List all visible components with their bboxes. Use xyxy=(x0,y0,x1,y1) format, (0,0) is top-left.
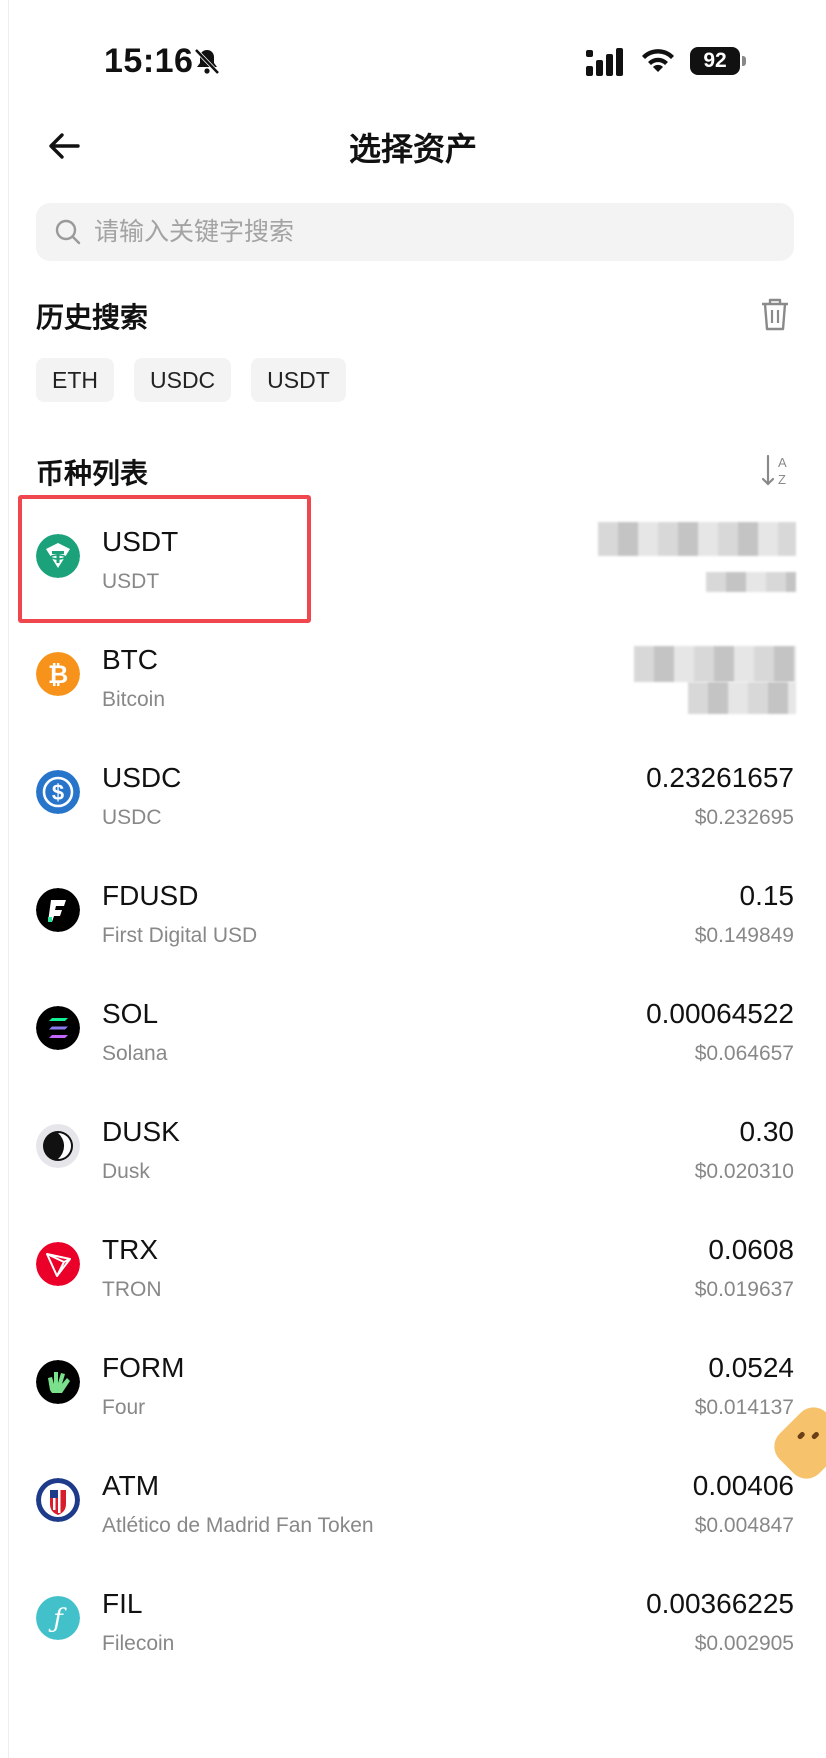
coin-name: TRON xyxy=(102,1278,162,1301)
coin-row-btc[interactable]: ₿ BTC Bitcoin xyxy=(0,618,826,736)
coin-name: Filecoin xyxy=(102,1632,175,1655)
sort-az-icon[interactable]: A Z xyxy=(760,452,794,488)
search-bar[interactable] xyxy=(36,203,794,261)
assistant-eye xyxy=(796,1430,806,1441)
coin-name: Solana xyxy=(102,1042,168,1065)
value-redacted xyxy=(706,572,796,592)
svg-text:₿: ₿ xyxy=(48,661,68,689)
coin-amount: 0.0524 xyxy=(708,1352,794,1383)
amount-redacted xyxy=(634,646,796,682)
coin-symbol: USDC xyxy=(102,762,182,793)
svg-text:$: $ xyxy=(52,780,64,805)
coin-symbol: BTC xyxy=(102,644,158,675)
coin-name: Four xyxy=(102,1396,146,1419)
coin-name: First Digital USD xyxy=(102,924,258,947)
coin-row-dusk[interactable]: DUSK Dusk 0.30 $0.020310 xyxy=(0,1090,826,1208)
coin-value: $0.002905 xyxy=(694,1632,794,1655)
coin-row-sol[interactable]: SOL Solana 0.00064522 $0.064657 xyxy=(0,972,826,1090)
tron-icon xyxy=(36,1242,80,1286)
battery-indicator: 92 xyxy=(690,47,746,75)
coin-symbol: FORM xyxy=(102,1352,185,1383)
coin-symbol: DUSK xyxy=(102,1116,180,1147)
search-input[interactable] xyxy=(94,203,774,261)
history-title: 历史搜索 xyxy=(36,302,149,333)
coin-symbol: ATM xyxy=(102,1470,160,1501)
page-title: 选择资产 xyxy=(348,131,477,167)
coin-symbol: FIL xyxy=(102,1588,143,1619)
coin-value: $0.004847 xyxy=(694,1514,794,1537)
coin-amount: 0.30 xyxy=(739,1116,795,1147)
dusk-icon xyxy=(36,1124,80,1168)
cellular-signal-icon xyxy=(586,48,623,76)
coin-name: Atlético de Madrid Fan Token xyxy=(102,1514,374,1537)
coin-row-atm[interactable]: ATM Atlético de Madrid Fan Token 0.00406… xyxy=(0,1444,826,1562)
coin-row-trx[interactable]: TRX TRON 0.0608 $0.019637 xyxy=(0,1208,826,1326)
coin-amount: 0.00064522 xyxy=(646,998,794,1029)
assistant-eye xyxy=(810,1430,820,1441)
coin-symbol: TRX xyxy=(102,1234,158,1265)
history-chip[interactable]: ETH xyxy=(36,358,114,402)
battery-nub xyxy=(742,56,746,66)
history-chip[interactable]: USDC xyxy=(134,358,232,402)
fdusd-icon xyxy=(36,888,80,932)
coin-symbol: USDT xyxy=(102,526,179,557)
search-icon xyxy=(55,219,81,245)
coin-amount: 0.0608 xyxy=(708,1234,794,1265)
coin-name: USDC xyxy=(102,806,162,829)
status-time: 15:16 xyxy=(104,42,194,80)
bitcoin-icon: ₿ xyxy=(36,652,80,696)
coin-name: Bitcoin xyxy=(102,688,166,711)
history-chips: ETH USDC USDT xyxy=(36,358,346,402)
coin-amount: 0.00366225 xyxy=(646,1588,794,1619)
coin-amount: 0.00406 xyxy=(692,1470,794,1501)
coin-name: USDT xyxy=(102,570,160,593)
atletico-icon xyxy=(36,1478,80,1522)
coin-value: $0.064657 xyxy=(694,1042,794,1065)
coin-row-form[interactable]: FORM Four 0.0524 $0.014137 xyxy=(0,1326,826,1444)
value-redacted xyxy=(688,682,796,714)
svg-text:Z: Z xyxy=(778,472,786,487)
coin-list-title: 币种列表 xyxy=(36,458,149,489)
coin-row-usdt[interactable]: USDT USDT xyxy=(0,500,826,618)
coin-value: $0.019637 xyxy=(694,1278,794,1301)
coin-value: $0.014137 xyxy=(694,1396,794,1419)
coin-amount: 0.15 xyxy=(739,880,795,911)
svg-text:A: A xyxy=(778,455,787,470)
coin-row-fil[interactable]: ƒ FIL Filecoin 0.00366225 $0.002905 xyxy=(0,1562,826,1680)
coin-row-fdusd[interactable]: FDUSD First Digital USD 0.15 $0.149849 xyxy=(0,854,826,972)
coin-value: $0.149849 xyxy=(694,924,794,947)
amount-redacted xyxy=(598,522,796,556)
four-icon xyxy=(36,1360,80,1404)
usdc-icon: $ xyxy=(36,770,80,814)
coin-value: $0.020310 xyxy=(694,1160,794,1183)
filecoin-icon: ƒ xyxy=(36,1596,80,1640)
coin-amount: 0.23261657 xyxy=(646,762,794,793)
bell-muted-icon xyxy=(194,48,220,75)
coin-symbol: SOL xyxy=(102,998,159,1029)
coin-symbol: FDUSD xyxy=(102,880,199,911)
coin-name: Dusk xyxy=(102,1160,150,1183)
status-bar: 15:16 92 xyxy=(0,0,826,120)
coin-row-usdc[interactable]: $ USDC USDC 0.23261657 $0.232695 xyxy=(0,736,826,854)
wifi-icon xyxy=(642,49,674,72)
solana-icon xyxy=(36,1006,80,1050)
trash-icon[interactable] xyxy=(758,296,792,332)
coin-value: $0.232695 xyxy=(694,806,794,829)
history-chip[interactable]: USDT xyxy=(251,358,346,402)
battery-level: 92 xyxy=(690,47,740,75)
tether-icon xyxy=(36,534,80,578)
